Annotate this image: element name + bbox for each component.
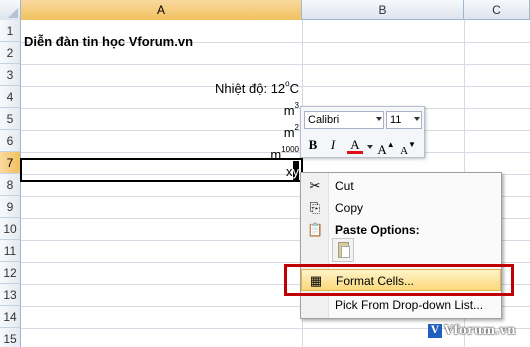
- grow-font-button[interactable]: A▲: [376, 136, 396, 157]
- menu-heading-paste-options: 📋 Paste Options:: [301, 219, 501, 241]
- font-size-value: 11: [390, 114, 402, 126]
- row-header[interactable]: 12: [0, 262, 21, 284]
- row-header[interactable]: 14: [0, 306, 21, 328]
- row-header[interactable]: 6: [0, 130, 21, 152]
- active-cell-border: [20, 158, 303, 182]
- highlight-annotation-box: [284, 264, 514, 296]
- chevron-down-icon[interactable]: [367, 145, 373, 149]
- menu-item-label: Pick From Drop-down List...: [335, 298, 484, 312]
- paste-option-button[interactable]: [332, 238, 354, 262]
- shrink-font-letter: A: [400, 145, 409, 157]
- cell-a5-base: m: [283, 125, 295, 140]
- menu-item-cut[interactable]: ✂ Cut: [301, 175, 501, 197]
- chevron-down-icon: [414, 117, 420, 121]
- cell-a1[interactable]: Diễn đàn tin học Vforum.vn: [24, 31, 193, 52]
- cell-a4[interactable]: m3: [21, 95, 299, 118]
- cell-a3[interactable]: Nhiệt độ: 12oC: [21, 73, 299, 96]
- font-color-letter: A: [350, 137, 360, 152]
- triangle-down-icon: ▼: [408, 140, 416, 149]
- context-menu: ✂ Cut ⎘ Copy 📋 Paste Options: ▦ Format C…: [300, 172, 502, 319]
- paper-icon: [341, 246, 350, 258]
- row-header[interactable]: 8: [0, 174, 21, 196]
- menu-item-copy[interactable]: ⎘ Copy: [301, 197, 501, 219]
- copy-icon: ⎘: [309, 200, 321, 215]
- cell-a4-base: m: [283, 103, 295, 118]
- column-header-c[interactable]: C: [464, 0, 530, 20]
- font-name-value: Calibri: [308, 114, 340, 126]
- font-color-bar: [347, 151, 363, 154]
- row-header[interactable]: 10: [0, 218, 21, 240]
- vforum-logo-icon: V: [428, 323, 442, 338]
- cell-a3-text: Nhiệt độ: 12: [215, 81, 286, 96]
- row-header[interactable]: 15: [0, 328, 21, 347]
- triangle-up-icon: ▲: [386, 140, 395, 149]
- font-name-select[interactable]: Calibri: [304, 111, 384, 129]
- cell-a4-superscript: 3: [294, 101, 299, 110]
- row-header[interactable]: 11: [0, 240, 21, 262]
- row-header[interactable]: 5: [0, 108, 21, 130]
- italic-button[interactable]: I: [325, 136, 341, 154]
- watermark-text: Vforum.vn: [444, 323, 516, 337]
- row-header[interactable]: 1: [0, 20, 21, 42]
- cell-a5[interactable]: m2: [21, 117, 299, 140]
- column-header-b[interactable]: B: [302, 0, 464, 20]
- menu-item-label: Copy: [335, 201, 364, 215]
- menu-item-label: Cut: [335, 179, 354, 193]
- cell-a5-superscript: 2: [294, 123, 299, 132]
- bold-button[interactable]: B: [305, 136, 321, 154]
- row-header[interactable]: 9: [0, 196, 21, 218]
- paste-icon: 📋: [307, 222, 324, 237]
- font-size-select[interactable]: 11: [386, 111, 422, 129]
- cell-a3-tail: C: [289, 81, 299, 96]
- chevron-down-icon: [376, 117, 382, 121]
- cell-a6[interactable]: m1000: [21, 139, 299, 162]
- row-header[interactable]: 4: [0, 86, 21, 108]
- shrink-font-button[interactable]: A▼: [398, 136, 418, 157]
- menu-item-pick-from-list[interactable]: Pick From Drop-down List...: [301, 294, 501, 316]
- column-header-bar: A B C: [0, 0, 530, 20]
- scissors-icon: ✂: [309, 178, 321, 193]
- row-header[interactable]: 3: [0, 64, 21, 86]
- gridline: [21, 64, 530, 65]
- column-header-a[interactable]: A: [21, 0, 302, 20]
- row-header-selected[interactable]: 7: [0, 152, 21, 174]
- mini-toolbar: Calibri 11 B I A A▲ A▼: [300, 106, 425, 158]
- cell-a6-superscript: 1000: [281, 145, 299, 154]
- font-color-button[interactable]: A: [346, 136, 364, 154]
- row-header[interactable]: 2: [0, 42, 21, 64]
- grow-font-letter: A: [377, 142, 387, 157]
- watermark: V Vforum.vn: [428, 321, 516, 339]
- row-header[interactable]: 13: [0, 284, 21, 306]
- select-all-button[interactable]: [0, 0, 21, 20]
